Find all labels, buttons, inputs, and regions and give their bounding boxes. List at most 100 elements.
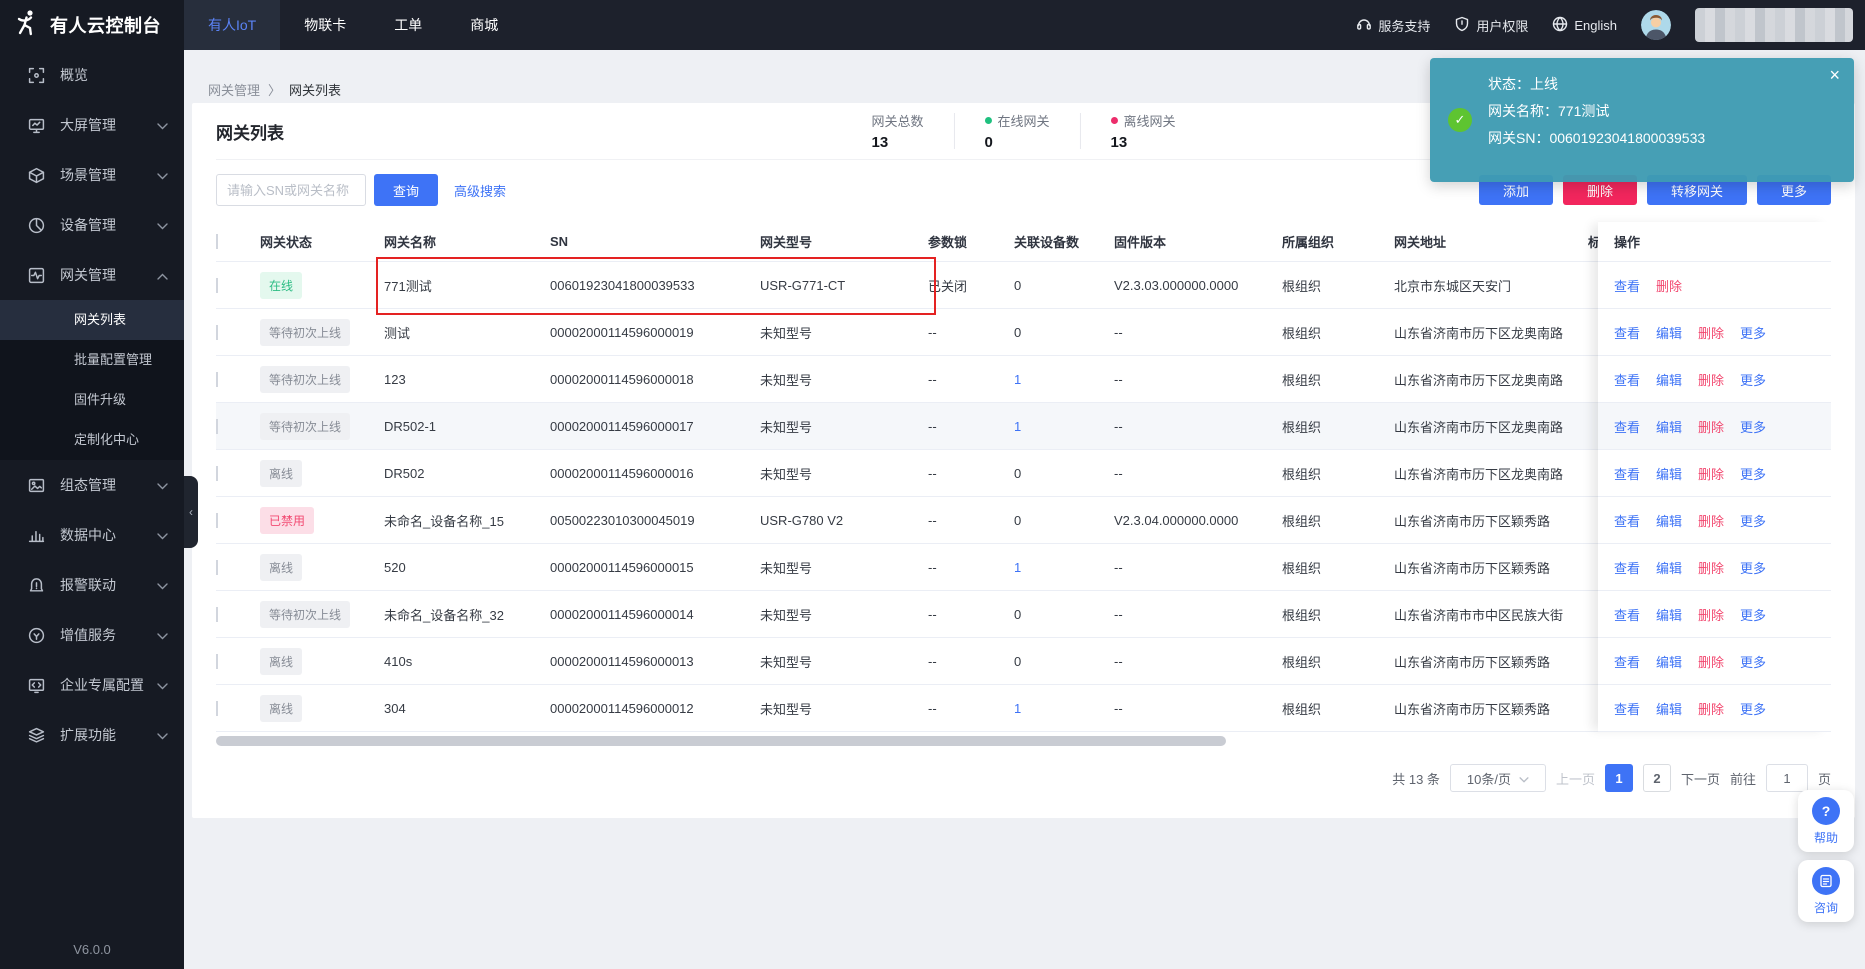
sidebar-item-增值服务[interactable]: 增值服务 [0,610,184,660]
action-删除[interactable]: 删除 [1656,276,1682,295]
action-编辑[interactable]: 编辑 [1656,511,1682,530]
action-删除[interactable]: 删除 [1698,464,1724,483]
row-checkbox[interactable] [216,606,218,622]
row-checkbox[interactable] [216,559,218,575]
action-更多[interactable]: 更多 [1740,558,1766,577]
sidebar-subitem-网关列表[interactable]: 网关列表 [0,300,184,340]
device-count-link[interactable]: 1 [1014,419,1021,434]
action-删除[interactable]: 删除 [1698,511,1724,530]
sidebar-item-数据中心[interactable]: 数据中心 [0,510,184,560]
action-查看[interactable]: 查看 [1614,511,1640,530]
action-删除[interactable]: 删除 [1698,417,1724,436]
horizontal-scrollbar-thumb[interactable] [216,736,1226,746]
action-编辑[interactable]: 编辑 [1656,699,1682,718]
sidebar-item-概览[interactable]: 概览 [0,50,184,100]
tab-工单[interactable]: 工单 [370,0,446,50]
action-删除[interactable]: 删除 [1698,323,1724,342]
advanced-search-link[interactable]: 高级搜索 [454,181,506,200]
avatar[interactable] [1641,10,1671,40]
action-查看[interactable]: 查看 [1614,323,1640,342]
cell-name: 520 [384,559,406,575]
action-编辑[interactable]: 编辑 [1656,370,1682,389]
device-count-link[interactable]: 1 [1014,701,1021,716]
topbar-link-用户权限[interactable]: 用户权限 [1454,16,1528,35]
row-checkbox[interactable] [216,465,218,481]
goto-page-input[interactable] [1765,764,1808,792]
page-size-select[interactable]: 10条/页 [1449,764,1546,792]
close-icon[interactable]: × [1829,66,1840,84]
sidebar-item-报警联动[interactable]: 报警联动 [0,560,184,610]
chevron-down-icon [157,527,168,543]
action-删除[interactable]: 删除 [1698,558,1724,577]
row-checkbox[interactable] [216,277,218,293]
breadcrumb-parent[interactable]: 网关管理 [208,80,260,99]
sidebar-item-企业专属配置[interactable]: 企业专属配置 [0,660,184,710]
action-更多[interactable]: 更多 [1740,417,1766,436]
table-row: 离线 DR502 00002000114596000016 未知型号 -- 0 -- 根组织 山… [216,450,1831,497]
page-2-button[interactable]: 2 [1642,764,1671,792]
action-更多[interactable]: 更多 [1740,699,1766,718]
action-更多[interactable]: 更多 [1740,511,1766,530]
cell-address: 山东省济南市历下区颖秀路 [1394,560,1551,576]
topbar-link-服务支持[interactable]: 服务支持 [1356,16,1430,35]
sidebar-item-组态管理[interactable]: 组态管理 [0,460,184,510]
action-编辑[interactable]: 编辑 [1656,464,1682,483]
float-帮助-button[interactable]: ? 帮助 [1798,790,1854,852]
action-查看[interactable]: 查看 [1614,370,1640,389]
sidebar-item-场景管理[interactable]: 场景管理 [0,150,184,200]
sidebar-collapse-handle[interactable]: ‹ [184,476,198,548]
cell-firmware: -- [1114,559,1123,575]
action-查看[interactable]: 查看 [1614,276,1640,295]
row-checkbox[interactable] [216,324,218,340]
sidebar-item-大屏管理[interactable]: 大屏管理 [0,100,184,150]
action-删除[interactable]: 删除 [1698,699,1724,718]
action-查看[interactable]: 查看 [1614,699,1640,718]
action-更多[interactable]: 更多 [1740,370,1766,389]
row-checkbox[interactable] [216,418,218,434]
action-查看[interactable]: 查看 [1614,464,1640,483]
row-checkbox[interactable] [216,512,218,528]
tab-有人IoT[interactable]: 有人IoT [184,0,281,50]
row-checkbox[interactable] [216,653,218,669]
tab-物联卡[interactable]: 物联卡 [280,0,370,50]
action-查看[interactable]: 查看 [1614,605,1640,624]
row-checkbox[interactable] [216,700,218,716]
row-checkbox[interactable] [216,371,218,387]
sidebar-subitem-固件升级[interactable]: 固件升级 [0,380,184,420]
action-删除[interactable]: 删除 [1698,652,1724,671]
action-更多[interactable]: 更多 [1740,323,1766,342]
action-编辑[interactable]: 编辑 [1656,323,1682,342]
page-1-button[interactable]: 1 [1604,764,1633,792]
search-button[interactable]: 查询 [374,174,438,206]
cell-param_lock: -- [928,653,937,669]
action-编辑[interactable]: 编辑 [1656,605,1682,624]
cell-name: DR502 [384,465,425,481]
action-查看[interactable]: 查看 [1614,652,1640,671]
action-更多[interactable]: 更多 [1740,652,1766,671]
next-page-button[interactable]: 下一页 [1681,769,1720,788]
sidebar-item-网关管理[interactable]: 网关管理 [0,250,184,300]
float-咨询-button[interactable]: 咨询 [1798,860,1854,922]
device-count-link[interactable]: 1 [1014,560,1021,575]
action-编辑[interactable]: 编辑 [1656,558,1682,577]
search-input[interactable] [216,174,366,206]
action-删除[interactable]: 删除 [1698,605,1724,624]
action-删除[interactable]: 删除 [1698,370,1724,389]
action-编辑[interactable]: 编辑 [1656,652,1682,671]
action-查看[interactable]: 查看 [1614,417,1640,436]
sidebar-item-label: 数据中心 [60,527,116,543]
prev-page-button[interactable]: 上一页 [1556,769,1595,788]
action-更多[interactable]: 更多 [1740,464,1766,483]
sidebar-subitem-定制化中心[interactable]: 定制化中心 [0,420,184,460]
topbar-link-English[interactable]: English [1552,16,1617,35]
action-更多[interactable]: 更多 [1740,605,1766,624]
logo-row[interactable]: 有人云控制台 [0,0,184,50]
select-all-checkbox[interactable] [216,234,218,249]
action-编辑[interactable]: 编辑 [1656,417,1682,436]
tab-商城[interactable]: 商城 [446,0,522,50]
sidebar-item-设备管理[interactable]: 设备管理 [0,200,184,250]
sidebar-item-扩展功能[interactable]: 扩展功能 [0,710,184,760]
action-查看[interactable]: 查看 [1614,558,1640,577]
device-count-link[interactable]: 1 [1014,372,1021,387]
sidebar-subitem-批量配置管理[interactable]: 批量配置管理 [0,340,184,380]
